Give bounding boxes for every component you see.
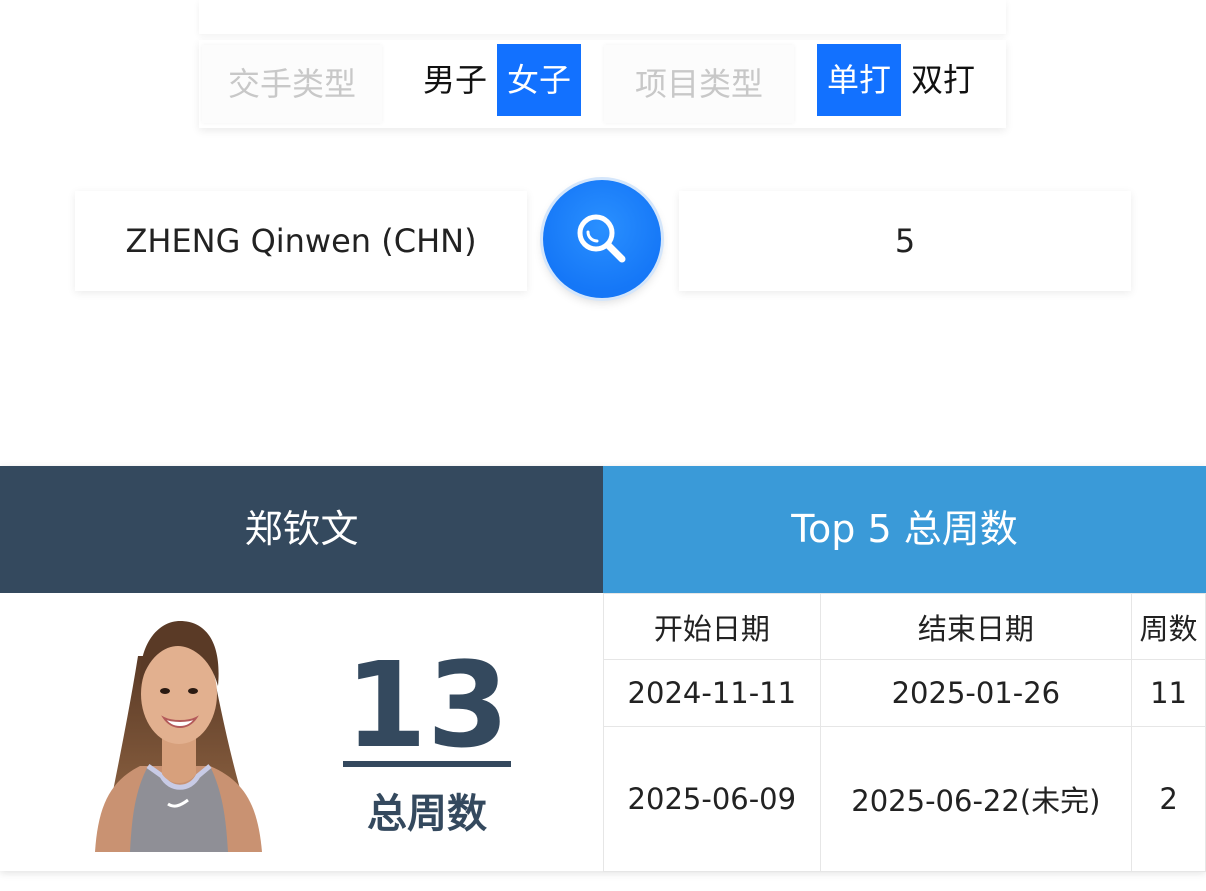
event-option-doubles[interactable]: 双打 (901, 44, 985, 116)
player-photo (95, 621, 262, 852)
event-option-singles[interactable]: 单打 (817, 44, 901, 116)
total-weeks-number: 13 (344, 636, 510, 774)
filter-panel-top (199, 0, 1006, 34)
cell-weeks: 2 (1131, 726, 1206, 872)
table-row: 2025-06-09 2025-06-22(未完) 2 (603, 726, 1206, 872)
gender-option-female[interactable]: 女子 (497, 44, 581, 116)
player-name-header: 郑钦文 (0, 466, 603, 593)
cell-start-date: 2025-06-09 (603, 726, 821, 872)
cell-end-date: 2025-01-26 (819, 659, 1133, 727)
opponent-type-label: 交手类型 (202, 45, 382, 123)
player-name-field[interactable]: ZHENG Qinwen (CHN) (75, 191, 527, 291)
col-end-date: 结束日期 (819, 593, 1133, 660)
cell-weeks: 11 (1131, 659, 1206, 727)
weeks-table: 开始日期 结束日期 周数 2024-11-11 2025-01-26 11 20… (603, 593, 1206, 872)
top-n-field[interactable]: 5 (679, 191, 1131, 291)
col-weeks: 周数 (1131, 593, 1206, 660)
results-panel: 郑钦文 Top 5 总周数 13 总周数 开始日期 结束日期 周数 2024-1… (0, 466, 1206, 872)
table-row: 2024-11-11 2025-01-26 11 (603, 659, 1206, 727)
cell-end-date: 2025-06-22(未完) (819, 726, 1133, 872)
gender-option-male[interactable]: 男子 (413, 44, 497, 116)
top-weeks-header: Top 5 总周数 (603, 466, 1206, 593)
col-start-date: 开始日期 (603, 593, 821, 660)
search-icon (577, 214, 626, 263)
search-button[interactable] (543, 180, 661, 298)
total-weeks-caption: 总周数 (367, 791, 487, 837)
cell-start-date: 2024-11-11 (603, 659, 821, 727)
total-weeks-divider (343, 761, 511, 767)
event-type-label: 项目类型 (604, 45, 794, 123)
filter-bar: 交手类型 男子 女子 项目类型 单打 双打 (199, 40, 1006, 128)
